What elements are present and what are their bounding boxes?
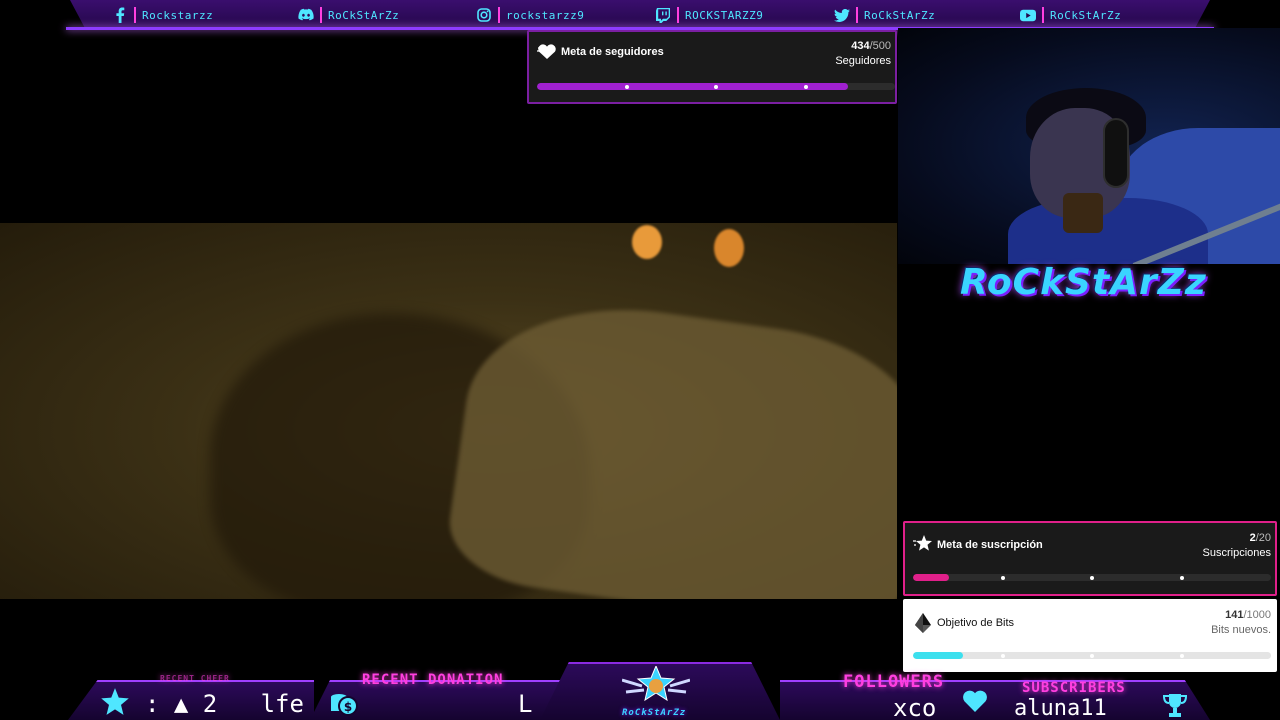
trophy-icon <box>1162 694 1188 720</box>
goal-milestone-dot <box>1090 653 1094 658</box>
recent-cheer-value: : ▲ 2 lfe <box>145 690 304 718</box>
heart-icon <box>537 44 557 65</box>
goal-progress-fill <box>537 83 848 90</box>
goal-progress-bar <box>537 83 895 90</box>
discord-icon <box>298 7 314 23</box>
social-handle: rockstarzz9 <box>506 8 585 22</box>
social-separator <box>1042 7 1044 23</box>
main-video <box>0 223 897 599</box>
goal-progress-fill <box>913 652 964 659</box>
social-handle: RoCkStArZz <box>328 8 400 22</box>
goal-milestone-dot <box>1179 653 1184 658</box>
social-separator <box>856 7 858 23</box>
follower-goal-widget: Meta de seguidores 434/500 Seguidores <box>527 30 897 104</box>
social-handle: RoCkStArZz <box>864 8 936 22</box>
goal-title: Meta de seguidores <box>561 46 664 58</box>
social-twitch[interactable]: ROCKSTARZZ9 <box>655 6 763 24</box>
webcam-feed <box>898 28 1280 264</box>
social-twitter[interactable]: RoCkStArZz <box>834 6 935 24</box>
goal-progress-bar <box>913 574 1271 581</box>
goal-milestone-dot <box>624 84 629 89</box>
money-icon: $ <box>330 691 358 720</box>
center-logo-text: RoCkStArZz <box>622 708 687 718</box>
video-light <box>632 225 662 259</box>
bottom-bar: RECENT CHEER : ▲ 2 lfe RECENT DONATION $… <box>0 660 1280 720</box>
goal-milestone-dot <box>803 84 808 89</box>
twitter-icon <box>834 7 850 23</box>
channel-logo: RoCkStArZz <box>960 262 1207 303</box>
goal-total: /1000 <box>1243 609 1271 621</box>
social-instagram[interactable]: rockstarzz9 <box>476 6 584 24</box>
heart-icon <box>962 690 988 717</box>
goal-unit: Bits nuevos. <box>1211 624 1271 636</box>
goal-count: 434/500 Seguidores <box>835 39 891 69</box>
svg-text:$: $ <box>344 700 352 714</box>
goal-total: /20 <box>1255 532 1271 544</box>
twitch-icon <box>655 7 671 23</box>
instagram-icon <box>476 7 492 23</box>
social-separator <box>320 7 322 23</box>
webcam-headset <box>1103 118 1129 188</box>
goal-current: 141 <box>1225 609 1244 621</box>
social-separator <box>677 7 679 23</box>
goal-milestone-dot <box>1000 653 1005 658</box>
subscribers-value: aluna11 <box>1014 696 1107 720</box>
social-separator <box>498 7 500 23</box>
subscribers-label: SUBSCRIBERS <box>1022 680 1126 696</box>
webcam-microphone <box>1063 193 1103 233</box>
video-light <box>714 229 744 267</box>
recent-cheer-label: RECENT CHEER <box>160 674 230 683</box>
goal-progress-fill <box>913 574 949 581</box>
social-separator <box>134 7 136 23</box>
video-figure <box>442 287 897 599</box>
goal-title: Objetivo de Bits <box>937 617 1015 629</box>
star-icon <box>913 535 933 558</box>
goal-progress-bar <box>913 652 1271 659</box>
subscription-goal-widget: Meta de suscripción 2/20 Suscripciones <box>903 521 1277 596</box>
social-handle: RoCkStArZz <box>1050 8 1122 22</box>
star-icon <box>100 688 130 720</box>
social-handle: Rockstarzz <box>142 8 214 22</box>
goal-total: /500 <box>869 40 891 52</box>
goal-milestone-dot <box>1179 575 1184 580</box>
youtube-icon <box>1020 7 1036 23</box>
social-youtube[interactable]: RoCkStArZz <box>1020 6 1121 24</box>
goal-count: 141/1000 Bits nuevos. <box>1211 608 1271 638</box>
goal-unit: Seguidores <box>835 55 891 67</box>
recent-donation-value: L <box>518 690 533 718</box>
followers-value: xco <box>893 694 937 720</box>
social-facebook[interactable]: Rockstarzz <box>112 6 213 24</box>
social-handle: ROCKSTARZZ9 <box>685 8 764 22</box>
goal-milestone-dot <box>1000 575 1005 580</box>
goal-milestone-dot <box>1090 575 1094 580</box>
goal-current: 434 <box>851 40 870 52</box>
recent-donation-label: RECENT DONATION <box>362 672 504 688</box>
goal-milestone-dot <box>714 84 718 89</box>
goal-unit: Suscripciones <box>1202 547 1271 559</box>
social-discord[interactable]: RoCkStArZz <box>298 6 399 24</box>
bits-icon <box>915 613 931 638</box>
goal-count: 2/20 Suscripciones <box>1203 531 1271 561</box>
facebook-icon <box>112 7 128 23</box>
followers-label: FOLLOWERS <box>843 672 945 692</box>
goal-title: Meta de suscripción <box>937 539 1043 551</box>
